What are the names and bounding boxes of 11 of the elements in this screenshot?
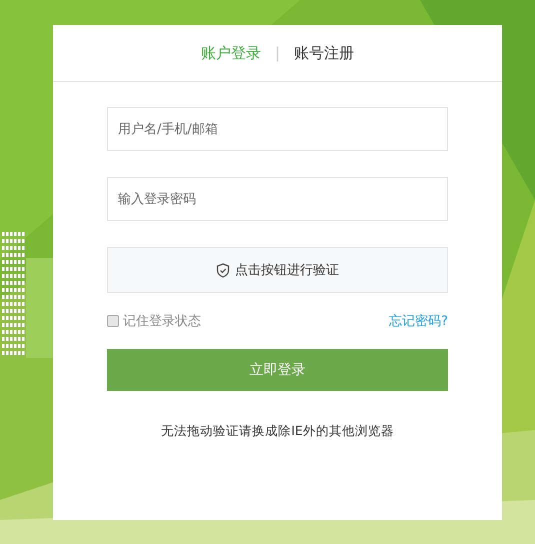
login-button[interactable]: 立即登录 xyxy=(107,349,448,391)
password-field[interactable]: 输入登录密码 xyxy=(107,177,448,221)
browser-note: 无法拖动验证请换成除IE外的其他浏览器 xyxy=(160,423,395,440)
remember-checkbox[interactable]: 记住登录状态 xyxy=(107,312,201,330)
username-field[interactable]: 用户名/手机/邮箱 xyxy=(107,107,448,151)
verify-button[interactable]: 点击按钮进行验证 xyxy=(107,247,448,293)
forgot-password-link[interactable]: 忘记密码? xyxy=(389,312,448,330)
tab[interactable]: 账户登录 xyxy=(200,44,261,62)
tab-separator: | xyxy=(274,44,280,62)
shield-icon xyxy=(216,262,230,278)
tab[interactable]: 账号注册 xyxy=(294,44,354,62)
